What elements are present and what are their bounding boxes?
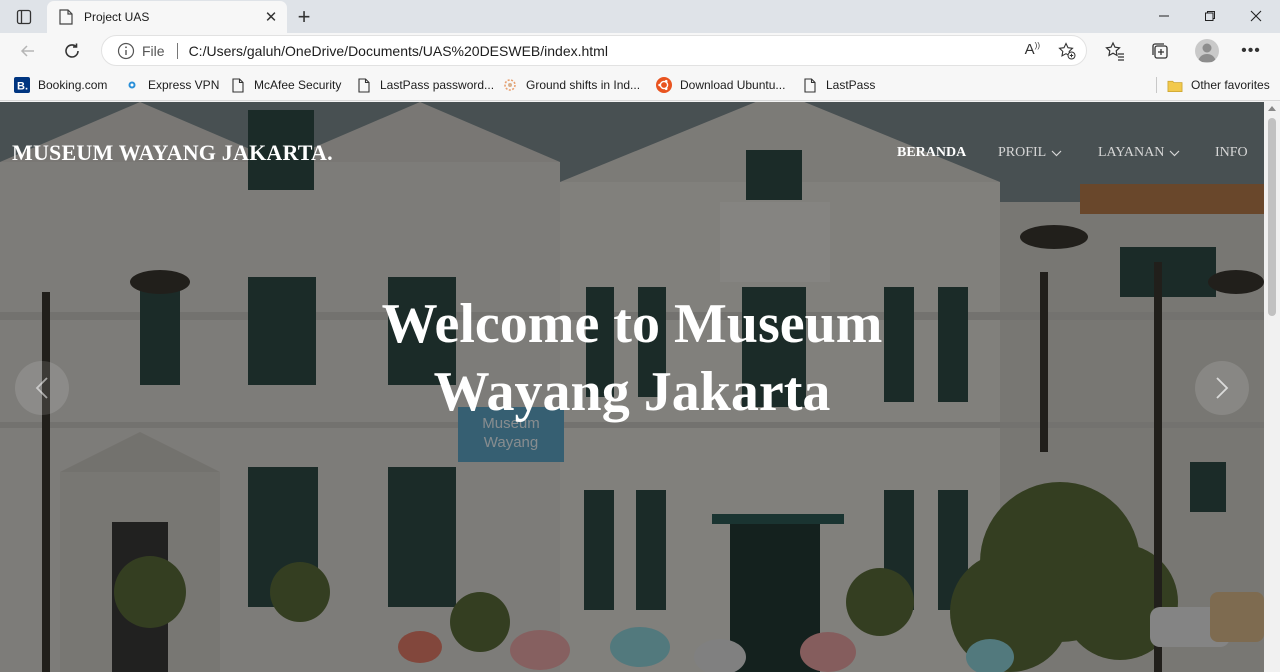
read-aloud-icon[interactable]: A))	[1025, 41, 1040, 58]
restore-button[interactable]	[1187, 0, 1233, 32]
tab-actions-button[interactable]	[8, 6, 40, 28]
nav-info[interactable]: INFO	[1215, 145, 1248, 161]
hero-title-line1: Welcome to Museum	[381, 293, 883, 355]
chevron-down-icon	[1169, 150, 1180, 156]
other-favorites-folder[interactable]: Other favorites	[1167, 75, 1270, 95]
browser-toolbar: File C:/Users/galuh/OneDrive/Documents/U…	[0, 33, 1280, 69]
bookmark-mcafee[interactable]: McAfee Security	[230, 75, 341, 95]
svg-text:B.: B.	[17, 81, 28, 93]
new-tab-button[interactable]: +	[290, 4, 318, 30]
add-favorite-icon[interactable]	[1058, 42, 1076, 60]
booking-icon: B.	[14, 77, 30, 93]
news-icon	[502, 77, 518, 93]
page-viewport: Museum Wayang MUSEUM WAYANG JAKARTA. BER…	[0, 102, 1280, 672]
settings-more-icon[interactable]: •••	[1240, 40, 1262, 62]
reload-icon	[65, 43, 79, 58]
folder-icon	[1167, 77, 1183, 93]
page-scrollbar[interactable]	[1264, 102, 1280, 672]
chevron-left-icon	[35, 377, 48, 399]
arrow-left-icon	[20, 45, 34, 57]
address-bar[interactable]: File C:/Users/galuh/OneDrive/Documents/U…	[101, 35, 1087, 66]
hero-title-line2: Wayang Jakarta	[433, 361, 831, 423]
hero-carousel: Museum Wayang MUSEUM WAYANG JAKARTA. BER…	[0, 102, 1264, 672]
nav-profil[interactable]: PROFIL	[998, 145, 1062, 161]
minimize-icon	[1159, 15, 1169, 17]
carousel-next-button[interactable]	[1195, 361, 1249, 415]
bookmark-expressvpn[interactable]: Express VPN	[124, 75, 219, 95]
address-separator	[176, 42, 178, 59]
active-tab[interactable]: Project UAS ✕	[47, 1, 287, 33]
info-icon[interactable]	[117, 42, 135, 60]
collections-button[interactable]	[1149, 40, 1171, 62]
favorites-separator	[1156, 77, 1157, 93]
url-text[interactable]: C:/Users/galuh/OneDrive/Documents/UAS%20…	[189, 43, 608, 59]
page-icon	[802, 77, 818, 93]
nav-layanan[interactable]: LAYANAN	[1098, 145, 1180, 161]
page-icon	[230, 77, 246, 93]
tab-actions-icon	[16, 9, 32, 25]
avatar-icon	[1198, 43, 1216, 62]
scroll-up-arrow[interactable]	[1268, 106, 1276, 111]
chevron-down-icon	[1051, 150, 1062, 156]
collections-icon	[1152, 43, 1168, 59]
favorites-button[interactable]	[1104, 40, 1126, 62]
bookmark-ubuntu[interactable]: Download Ubuntu...	[656, 75, 785, 95]
reload-button[interactable]	[57, 36, 87, 66]
site-brand[interactable]: MUSEUM WAYANG JAKARTA.	[12, 140, 333, 166]
profile-avatar[interactable]	[1195, 39, 1219, 63]
close-tab-icon[interactable]: ✕	[259, 5, 283, 29]
scrollbar-thumb[interactable]	[1268, 118, 1276, 316]
hero-title: Welcome to Museum Wayang Jakarta	[332, 290, 932, 426]
minimize-button[interactable]	[1141, 0, 1187, 32]
restore-icon	[1205, 11, 1215, 21]
tab-strip: Project UAS ✕ +	[0, 0, 1280, 33]
page-icon	[59, 9, 73, 25]
ubuntu-icon	[656, 77, 672, 93]
bookmark-booking[interactable]: B. Booking.com	[14, 75, 107, 95]
tab-title: Project UAS	[84, 10, 150, 24]
favorites-bar: B. Booking.com Express VPN McAfee Securi…	[0, 69, 1280, 101]
chevron-right-icon	[1216, 377, 1229, 399]
expressvpn-icon	[124, 77, 140, 93]
bookmark-lastpass-password[interactable]: LastPass password...	[356, 75, 494, 95]
close-window-button[interactable]	[1233, 0, 1279, 32]
back-button[interactable]	[13, 36, 43, 66]
nav-beranda[interactable]: BERANDA	[897, 145, 966, 161]
close-icon	[1250, 10, 1262, 22]
page-icon	[356, 77, 372, 93]
carousel-prev-button[interactable]	[15, 361, 69, 415]
url-scheme: File	[142, 42, 165, 59]
bookmark-ground-shifts[interactable]: Ground shifts in Ind...	[502, 75, 640, 95]
favorites-icon	[1105, 41, 1124, 61]
bookmark-lastpass[interactable]: LastPass	[802, 75, 875, 95]
